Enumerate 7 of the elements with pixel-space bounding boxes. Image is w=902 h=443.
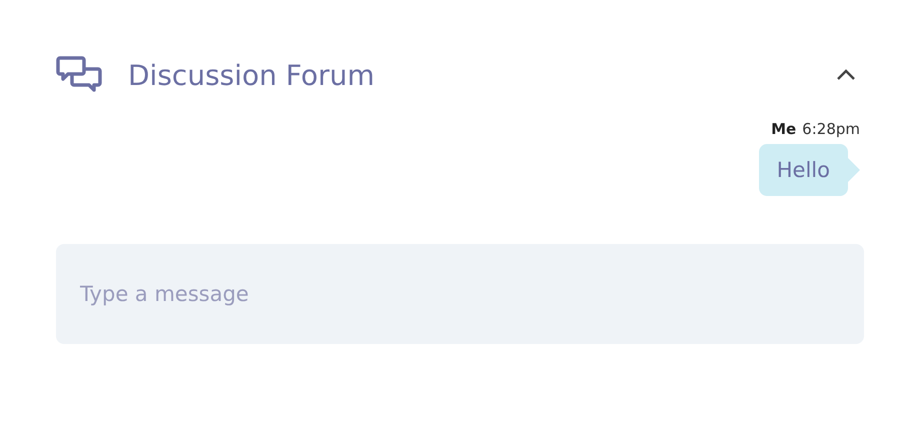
- panel-title: Discussion Forum: [128, 58, 376, 92]
- message-author: Me: [771, 120, 796, 138]
- message-bubble: Hello: [758, 144, 848, 196]
- message-time: 6:28pm: [802, 120, 860, 138]
- bubble-tail: [848, 158, 860, 182]
- message-input-field[interactable]: Type a message: [56, 244, 864, 344]
- chevron-icon: [836, 69, 856, 81]
